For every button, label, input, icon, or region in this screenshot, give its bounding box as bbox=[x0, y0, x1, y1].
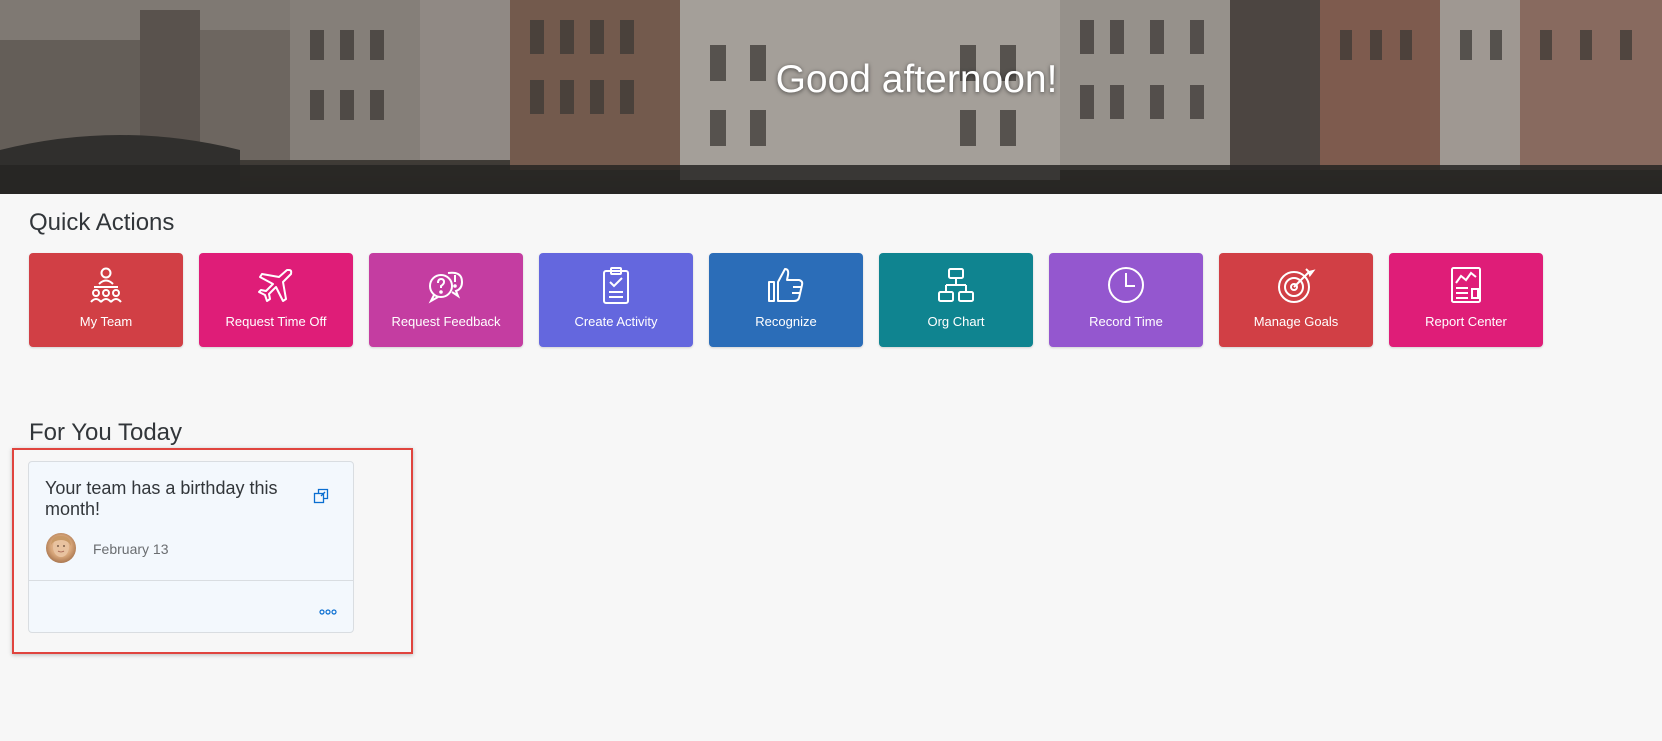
tile-request-time-off[interactable]: Request Time Off bbox=[199, 253, 353, 347]
card-title: Your team has a birthday this month! bbox=[45, 478, 278, 519]
avatar bbox=[46, 533, 76, 563]
tile-label: Request Feedback bbox=[391, 314, 501, 329]
tile-label: Org Chart bbox=[927, 314, 985, 329]
birthday-date: February 13 bbox=[93, 541, 169, 557]
open-in-new-icon[interactable] bbox=[313, 488, 329, 504]
feedback-icon bbox=[426, 265, 466, 305]
tile-create-activity[interactable]: Create Activity bbox=[539, 253, 693, 347]
clipboard-check-icon bbox=[596, 265, 636, 305]
hero-banner: Good afternoon! bbox=[0, 0, 1662, 194]
tile-label: Report Center bbox=[1425, 314, 1507, 329]
tile-recognize[interactable]: Recognize bbox=[709, 253, 863, 347]
card-divider bbox=[29, 580, 353, 581]
tile-report-center[interactable]: Report Center bbox=[1389, 253, 1543, 347]
tile-org-chart[interactable]: Org Chart bbox=[879, 253, 1033, 347]
tile-record-time[interactable]: Record Time bbox=[1049, 253, 1203, 347]
tile-label: My Team bbox=[79, 314, 133, 329]
birthday-card[interactable]: Your team has a birthday this month! Feb… bbox=[28, 461, 354, 633]
tile-label: Create Activity bbox=[574, 314, 658, 329]
tile-label: Recognize bbox=[755, 314, 817, 329]
more-icon[interactable] bbox=[319, 603, 337, 615]
tile-request-feedback[interactable]: Request Feedback bbox=[369, 253, 523, 347]
clock-icon bbox=[1106, 265, 1146, 305]
airplane-icon bbox=[256, 265, 296, 305]
quick-actions-tiles: My Team Request Time Off Request Feedbac… bbox=[29, 253, 1543, 347]
greeting-title: Good afternoon! bbox=[775, 58, 1058, 101]
target-icon bbox=[1276, 265, 1316, 305]
tile-label: Request Time Off bbox=[225, 314, 327, 329]
report-icon bbox=[1446, 265, 1486, 305]
for-you-today-title: For You Today bbox=[29, 419, 183, 446]
thumbs-up-icon bbox=[766, 265, 806, 305]
quick-actions-title: Quick Actions bbox=[29, 209, 175, 236]
tile-manage-goals[interactable]: Manage Goals bbox=[1219, 253, 1373, 347]
team-icon bbox=[86, 265, 126, 305]
tile-label: Record Time bbox=[1089, 314, 1163, 329]
tile-label: Manage Goals bbox=[1253, 314, 1339, 329]
tile-my-team[interactable]: My Team bbox=[29, 253, 183, 347]
org-chart-icon bbox=[936, 265, 976, 305]
